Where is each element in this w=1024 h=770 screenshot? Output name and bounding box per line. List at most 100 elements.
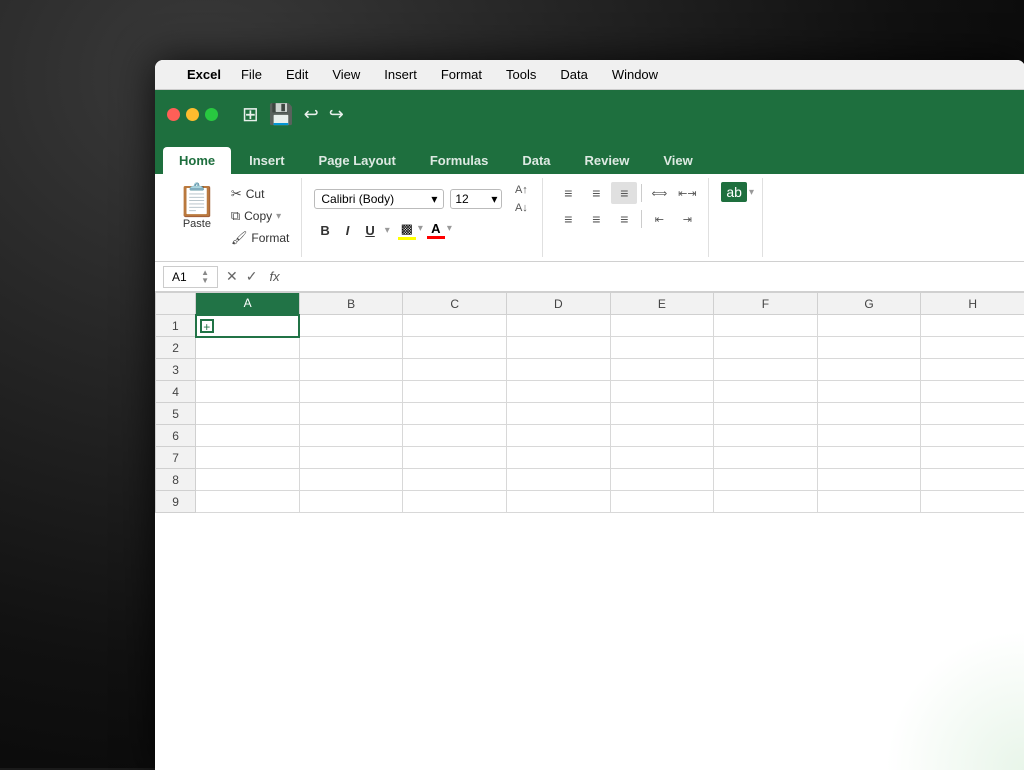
menu-edit[interactable]: Edit	[282, 65, 312, 84]
merge-button[interactable]: ⇤⇥	[674, 182, 700, 204]
cell-B1[interactable]	[299, 315, 403, 337]
tab-view[interactable]: View	[647, 147, 708, 174]
cell-B9[interactable]	[299, 491, 403, 513]
cell-C7[interactable]	[403, 447, 507, 469]
tab-review[interactable]: Review	[569, 147, 646, 174]
cell-B8[interactable]	[299, 469, 403, 491]
cell-A7[interactable]	[196, 447, 300, 469]
cell-D6[interactable]	[507, 425, 611, 447]
cell-E9[interactable]	[610, 491, 714, 513]
cell-G3[interactable]	[817, 359, 921, 381]
save-icon[interactable]: 💾	[269, 102, 294, 127]
cell-C8[interactable]	[403, 469, 507, 491]
cell-F2[interactable]	[714, 337, 818, 359]
row-header-5[interactable]: 5	[156, 403, 196, 425]
cell-A3[interactable]	[196, 359, 300, 381]
tab-insert[interactable]: Insert	[233, 147, 300, 174]
cell-B5[interactable]	[299, 403, 403, 425]
row-header-4[interactable]: 4	[156, 381, 196, 403]
cell-D2[interactable]	[507, 337, 611, 359]
cell-D8[interactable]	[507, 469, 611, 491]
cell-B7[interactable]	[299, 447, 403, 469]
menu-tools[interactable]: Tools	[502, 65, 540, 84]
cell-D3[interactable]	[507, 359, 611, 381]
align-left-button[interactable]: ≡	[555, 208, 581, 230]
decrease-indent-button[interactable]: ⇤	[646, 208, 672, 230]
cell-E7[interactable]	[610, 447, 714, 469]
cell-G2[interactable]	[817, 337, 921, 359]
font-size-select[interactable]: 12 ▾	[450, 189, 502, 209]
cell-F3[interactable]	[714, 359, 818, 381]
row-header-1[interactable]: 1	[156, 315, 196, 337]
cell-A6[interactable]	[196, 425, 300, 447]
cell-C1[interactable]	[403, 315, 507, 337]
cell-G5[interactable]	[817, 403, 921, 425]
cell-D7[interactable]	[507, 447, 611, 469]
cell-H4[interactable]	[921, 381, 1024, 403]
menu-file[interactable]: File	[237, 65, 266, 84]
font-name-select[interactable]: Calibri (Body) ▾	[314, 189, 444, 209]
cell-E1[interactable]	[610, 315, 714, 337]
cut-button[interactable]: ✂ Cut	[227, 184, 294, 204]
font-color-button[interactable]: A	[427, 221, 445, 240]
cell-A1[interactable]: +	[196, 315, 300, 337]
row-header-6[interactable]: 6	[156, 425, 196, 447]
cell-C5[interactable]	[403, 403, 507, 425]
row-header-3[interactable]: 3	[156, 359, 196, 381]
menu-view[interactable]: View	[328, 65, 364, 84]
align-top-button[interactable]: ≡	[555, 182, 581, 204]
cell-C4[interactable]	[403, 381, 507, 403]
cell-H2[interactable]	[921, 337, 1024, 359]
col-header-c[interactable]: C	[403, 293, 507, 315]
cell-B4[interactable]	[299, 381, 403, 403]
row-header-9[interactable]: 9	[156, 491, 196, 513]
cell-E4[interactable]	[610, 381, 714, 403]
cell-H8[interactable]	[921, 469, 1024, 491]
cell-B2[interactable]	[299, 337, 403, 359]
align-right-button[interactable]: ≡	[611, 208, 637, 230]
redo-icon[interactable]: ↪	[329, 104, 344, 125]
cell-E6[interactable]	[610, 425, 714, 447]
col-header-h[interactable]: H	[921, 293, 1024, 315]
col-header-d[interactable]: D	[507, 293, 611, 315]
fill-color-button[interactable]: ▩	[398, 221, 416, 240]
cell-G1[interactable]	[817, 315, 921, 337]
cell-D4[interactable]	[507, 381, 611, 403]
copy-button[interactable]: ⧉ Copy ▾	[227, 206, 294, 226]
cell-C6[interactable]	[403, 425, 507, 447]
cell-D9[interactable]	[507, 491, 611, 513]
row-header-7[interactable]: 7	[156, 447, 196, 469]
cell-H1[interactable]	[921, 315, 1024, 337]
cell-A8[interactable]	[196, 469, 300, 491]
cell-H9[interactable]	[921, 491, 1024, 513]
cell-A4[interactable]	[196, 381, 300, 403]
cell-F8[interactable]	[714, 469, 818, 491]
row-header-8[interactable]: 8	[156, 469, 196, 491]
minimize-button[interactable]	[186, 108, 199, 121]
cell-G7[interactable]	[817, 447, 921, 469]
cell-A2[interactable]	[196, 337, 300, 359]
col-header-b[interactable]: B	[299, 293, 403, 315]
col-header-g[interactable]: G	[817, 293, 921, 315]
cell-H5[interactable]	[921, 403, 1024, 425]
cell-C9[interactable]	[403, 491, 507, 513]
paste-button[interactable]: 📋 Paste	[171, 182, 223, 232]
cell-H7[interactable]	[921, 447, 1024, 469]
cell-C2[interactable]	[403, 337, 507, 359]
style-button[interactable]: ab	[721, 182, 747, 202]
tab-home[interactable]: Home	[163, 147, 231, 174]
increase-indent-button[interactable]: ⇥	[674, 208, 700, 230]
align-center-button[interactable]: ≡	[583, 208, 609, 230]
tab-page-layout[interactable]: Page Layout	[303, 147, 412, 174]
menu-format[interactable]: Format	[437, 65, 486, 84]
italic-button[interactable]: I	[340, 220, 356, 241]
col-header-f[interactable]: F	[714, 293, 818, 315]
cell-A5[interactable]	[196, 403, 300, 425]
cell-E8[interactable]	[610, 469, 714, 491]
cell-G9[interactable]	[817, 491, 921, 513]
menu-insert[interactable]: Insert	[380, 65, 421, 84]
font-size-increase[interactable]: A↑	[508, 182, 534, 198]
row-header-2[interactable]: 2	[156, 337, 196, 359]
formula-input[interactable]	[286, 270, 1017, 284]
tab-formulas[interactable]: Formulas	[414, 147, 505, 174]
